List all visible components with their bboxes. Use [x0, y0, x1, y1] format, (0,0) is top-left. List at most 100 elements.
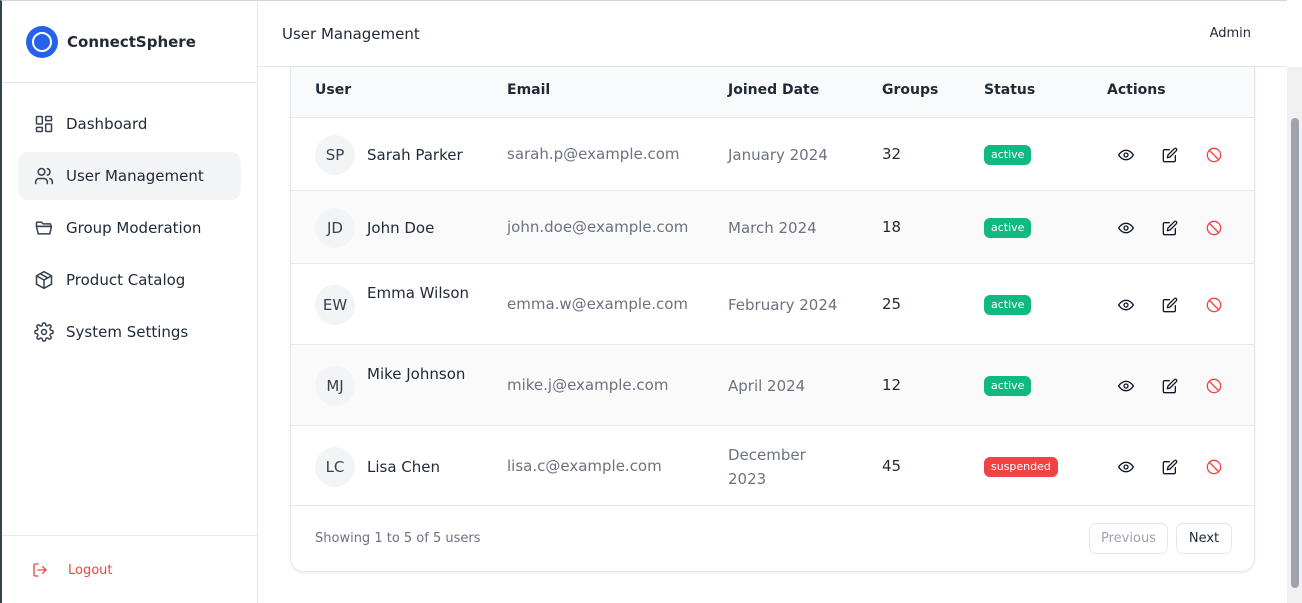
- edit-button[interactable]: [1160, 376, 1180, 396]
- ban-button[interactable]: [1204, 295, 1224, 315]
- ban-icon: [1206, 147, 1222, 163]
- sidebar-item-product-catalog[interactable]: Product Catalog: [18, 256, 241, 304]
- edit-button[interactable]: [1160, 218, 1180, 238]
- user-email: mike.j@example.com: [507, 375, 669, 394]
- ban-icon: [1206, 297, 1222, 313]
- user-name: Emma Wilson: [367, 283, 469, 302]
- table-row: EW Emma Wilson emma.w@example.com February …: [291, 263, 1254, 344]
- status-badge: active: [984, 294, 1032, 315]
- edit-icon: [1162, 297, 1178, 313]
- user-name: John Doe: [367, 218, 435, 237]
- avatar: LC: [315, 446, 355, 487]
- group-count: 18: [882, 217, 902, 236]
- edit-icon: [1162, 459, 1178, 475]
- avatar: EW: [315, 284, 355, 325]
- table-body: SP Sarah Parker sarah.p@example.com January…: [291, 117, 1254, 506]
- package-icon: [35, 270, 53, 290]
- sidebar-item-label: System Settings: [66, 323, 189, 341]
- eye-icon: [1118, 459, 1134, 475]
- sidebar-item-dashboard[interactable]: Dashboard: [18, 100, 241, 148]
- sidebar-item-label: Product Catalog: [66, 271, 186, 289]
- table-header: User Email Joined Date Groups Status Act…: [291, 67, 1254, 117]
- ban-button[interactable]: [1204, 457, 1224, 477]
- group-count: 12: [882, 375, 902, 394]
- status-badge: active: [984, 375, 1032, 396]
- status-badge: active: [984, 217, 1032, 238]
- eye-icon: [1118, 147, 1134, 163]
- ban-button[interactable]: [1204, 145, 1224, 165]
- edit-button[interactable]: [1160, 295, 1180, 315]
- edit-icon: [1162, 220, 1178, 236]
- column-header-actions: Actions: [1107, 82, 1166, 98]
- group-count: 45: [882, 456, 902, 475]
- ban-icon: [1206, 378, 1222, 394]
- group-count: 25: [882, 294, 902, 313]
- avatar: JD: [315, 207, 355, 248]
- status-badge: suspended: [984, 456, 1058, 477]
- sidebar-nav: Dashboard User Management Group Moderati…: [2, 83, 257, 356]
- sidebar-item-label: Group Moderation: [66, 219, 202, 237]
- edit-icon: [1162, 378, 1178, 394]
- logout-label: Logout: [68, 562, 113, 578]
- joined-date: December 2023: [728, 445, 806, 488]
- view-button[interactable]: [1116, 295, 1136, 315]
- eye-icon: [1118, 220, 1134, 236]
- brand-name: ConnectSphere: [67, 32, 196, 51]
- group-count: 32: [882, 144, 902, 163]
- column-header-joined: Joined Date: [728, 82, 820, 98]
- user-email: sarah.p@example.com: [507, 144, 680, 163]
- user-name: Sarah Parker: [367, 145, 463, 164]
- current-user[interactable]: Admin: [1210, 26, 1251, 41]
- folder-icon: [35, 221, 53, 235]
- ban-icon: [1206, 220, 1222, 236]
- users-table-card: User Email Joined Date Groups Status Act…: [290, 67, 1255, 572]
- sidebar-item-group-moderation[interactable]: Group Moderation: [18, 204, 241, 252]
- gear-icon: [34, 322, 54, 342]
- joined-date: April 2024: [728, 376, 806, 395]
- ban-icon: [1206, 459, 1222, 475]
- table-row: LC Lisa Chen lisa.c@example.com December 20…: [291, 425, 1254, 506]
- previous-button[interactable]: Previous: [1089, 523, 1168, 554]
- user-name: Lisa Chen: [367, 457, 441, 476]
- joined-date: January 2024: [728, 145, 828, 164]
- view-button[interactable]: [1116, 457, 1136, 477]
- next-button[interactable]: Next: [1176, 523, 1232, 554]
- ban-button[interactable]: [1204, 376, 1224, 396]
- ban-button[interactable]: [1204, 218, 1224, 238]
- logout-icon: [33, 563, 47, 577]
- avatar: MJ: [315, 365, 355, 406]
- sidebar-item-system-settings[interactable]: System Settings: [18, 308, 241, 356]
- user-email: john.doe@example.com: [507, 217, 689, 236]
- column-header-groups: Groups: [882, 82, 939, 98]
- brand: ConnectSphere: [2, 1, 257, 83]
- view-button[interactable]: [1116, 218, 1136, 238]
- table-row: MJ Mike Johnson mike.j@example.com April 20…: [291, 344, 1254, 425]
- users-icon: [34, 167, 54, 185]
- dashboard-icon: [35, 115, 53, 133]
- sidebar: ConnectSphere Dashboard User Management …: [0, 0, 258, 603]
- edit-button[interactable]: [1160, 457, 1180, 477]
- page-title: User Management: [282, 25, 420, 43]
- user-email: emma.w@example.com: [507, 294, 689, 313]
- sidebar-item-label: Dashboard: [66, 115, 148, 133]
- view-button[interactable]: [1116, 376, 1136, 396]
- table-row: SP Sarah Parker sarah.p@example.com January…: [291, 117, 1254, 190]
- top-header: User Management Admin: [258, 0, 1287, 67]
- sidebar-item-label: User Management: [66, 167, 204, 185]
- logout-button[interactable]: Logout: [2, 535, 258, 603]
- column-header-email: Email: [507, 82, 551, 98]
- eye-icon: [1118, 297, 1134, 313]
- scrollbar[interactable]: [1287, 67, 1302, 603]
- table-row: JD John Doe john.doe@example.com March 2024…: [291, 190, 1254, 263]
- pagination-summary: Showing 1 to 5 of 5 users: [315, 531, 481, 546]
- user-email: lisa.c@example.com: [507, 456, 662, 475]
- view-button[interactable]: [1116, 145, 1136, 165]
- joined-date: March 2024: [728, 218, 817, 237]
- eye-icon: [1118, 378, 1134, 394]
- edit-icon: [1162, 147, 1178, 163]
- scrollbar-thumb[interactable]: [1291, 118, 1299, 588]
- sidebar-item-user-management[interactable]: User Management: [18, 152, 241, 200]
- column-header-user: User: [315, 82, 352, 98]
- avatar: SP: [315, 134, 355, 175]
- edit-button[interactable]: [1160, 145, 1180, 165]
